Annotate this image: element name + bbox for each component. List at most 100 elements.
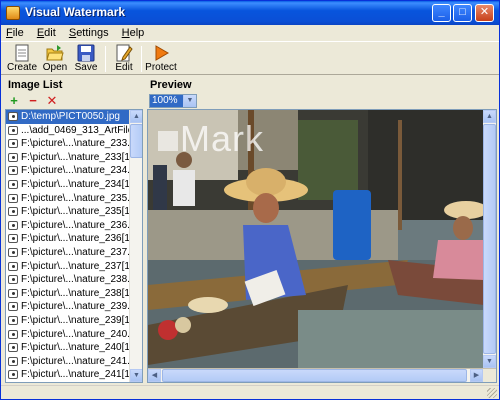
preview-scroll-up-arrow[interactable]: ▲ [483, 110, 496, 123]
resize-grip-icon[interactable] [487, 388, 497, 398]
toolbar-separator [105, 46, 106, 72]
eye-icon[interactable] [8, 179, 18, 189]
floppy-disk-icon [77, 44, 95, 62]
eye-icon[interactable] [8, 234, 18, 244]
save-button[interactable]: Save [69, 43, 103, 75]
eye-icon[interactable] [8, 356, 18, 366]
maximize-button[interactable]: □ [453, 4, 472, 22]
list-item[interactable]: F:\pictur\...\nature_239[1].jpg [6, 314, 130, 328]
zoom-dropdown[interactable]: 100% ▼ [149, 94, 197, 108]
protect-button[interactable]: Protect [142, 43, 180, 75]
menu-file[interactable]: File [1, 25, 29, 41]
image-list-panel: Image List + − ✕ D:\temp\PICT0050.jpg...… [5, 77, 143, 383]
preview-scroll-right-arrow[interactable]: ▶ [470, 369, 483, 382]
edit-document-icon [115, 44, 133, 62]
preview-scroll-left-arrow[interactable]: ◀ [148, 369, 161, 382]
preview-panel: Preview 100% ▼ Mark ▲ ▼ ◀ ▶ [147, 77, 497, 383]
list-item[interactable]: F:\picture\...\nature_236.jpg [6, 219, 130, 233]
eye-icon[interactable] [8, 152, 18, 162]
chevron-down-icon[interactable]: ▼ [183, 95, 196, 107]
add-icon[interactable]: + [8, 94, 20, 107]
list-item[interactable]: F:\picture\...\nature_235.jpg [6, 192, 130, 206]
eye-icon[interactable] [8, 261, 18, 271]
list-item[interactable]: F:\picture\...\nature_240.jpg [6, 328, 130, 342]
eye-icon[interactable] [8, 207, 18, 217]
app-icon [6, 6, 20, 20]
list-item[interactable]: F:\picture\...\nature_233.jpg [6, 137, 130, 151]
list-item[interactable]: F:\picture\...\nature_239.jpg [6, 300, 130, 314]
folder-open-icon [46, 44, 64, 62]
eye-icon[interactable] [8, 315, 18, 325]
eye-icon[interactable] [8, 139, 18, 149]
list-item-label: F:\pictur\...\nature_235[1].jpg [21, 206, 130, 218]
eye-icon[interactable] [8, 343, 18, 353]
image-list-scrollbar[interactable]: ▲ ▼ [129, 110, 142, 382]
list-item[interactable]: F:\pictur\...\nature_235[1].jpg [6, 205, 130, 219]
list-item[interactable]: D:\temp\PICT0050.jpg [6, 110, 130, 124]
list-item[interactable]: F:\pictur\...\nature_236[1].jpg [6, 232, 130, 246]
menu-bar: File Edit Settings Help [1, 25, 499, 41]
list-item-label: F:\pictur\...\nature_236[1].jpg [21, 233, 130, 245]
eye-icon[interactable] [8, 112, 18, 121]
list-item-label: F:\picture\...\nature_235.jpg [21, 192, 130, 204]
status-bar [1, 385, 499, 399]
list-item-label: ...\add_0469_313_ArtFile_ru[ [21, 124, 130, 136]
list-item-label: F:\picture\...\nature_241.jpg [21, 355, 130, 367]
remove-icon[interactable]: − [27, 94, 39, 107]
list-item[interactable]: F:\picture\...\nature_237.jpg [6, 246, 130, 260]
preview-scroll-thumb-h[interactable] [162, 369, 467, 382]
title-bar[interactable]: Visual Watermark _ □ ✕ [1, 1, 499, 25]
eye-icon[interactable] [8, 247, 18, 257]
list-item[interactable]: F:\pictur\...\nature_241[1].jpg [6, 368, 130, 382]
preview-image-area[interactable]: Mark ▲ ▼ ◀ ▶ [147, 109, 497, 383]
list-item[interactable]: F:\pictur\...\nature_238[1].jpg [6, 287, 130, 301]
zoom-row: 100% ▼ [147, 93, 497, 109]
eye-icon[interactable] [8, 370, 18, 380]
minimize-button[interactable]: _ [432, 4, 451, 22]
list-item[interactable]: F:\pictur\...\nature_233[1].jpg [6, 151, 130, 165]
list-item[interactable]: F:\picture\...\nature_234.jpg [6, 164, 130, 178]
scroll-down-arrow[interactable]: ▼ [130, 369, 142, 382]
list-item[interactable]: F:\pictur\...\nature_237[1].jpg [6, 260, 130, 274]
eye-icon[interactable] [8, 302, 18, 312]
eye-icon[interactable] [8, 329, 18, 339]
list-item-label: F:\pictur\...\nature_238[1].jpg [21, 287, 130, 299]
watermark-overlay: Mark [158, 118, 264, 160]
list-item[interactable]: F:\picture\...\nature_238.jpg [6, 273, 130, 287]
eye-icon[interactable] [8, 288, 18, 298]
preview-scroll-down-arrow[interactable]: ▼ [483, 355, 496, 368]
menu-help[interactable]: Help [117, 25, 150, 41]
new-document-icon [13, 44, 31, 62]
image-list-tools: + − ✕ [5, 93, 143, 109]
list-item-label: D:\temp\PICT0050.jpg [21, 111, 120, 122]
scroll-thumb[interactable] [130, 124, 142, 158]
list-item[interactable]: ...\add_0469_313_ArtFile_ru[ [6, 124, 130, 138]
edit-button[interactable]: Edit [107, 43, 141, 75]
preview-vertical-scrollbar[interactable]: ▲ ▼ [483, 110, 496, 368]
watermark-logo [158, 131, 178, 152]
list-item-label: F:\pictur\...\nature_233[1].jpg [21, 151, 130, 163]
eye-icon[interactable] [8, 275, 18, 285]
list-item[interactable]: F:\pictur\...\nature_234[1].jpg [6, 178, 130, 192]
eye-icon[interactable] [8, 193, 18, 203]
preview-horizontal-scrollbar[interactable]: ◀ ▶ [148, 369, 483, 382]
menu-edit[interactable]: Edit [32, 25, 61, 41]
list-item-label: F:\pictur\...\nature_234[1].jpg [21, 178, 130, 190]
open-button[interactable]: Open [38, 43, 72, 75]
create-button[interactable]: Create [5, 43, 39, 75]
preview-scroll-thumb-v[interactable] [483, 124, 496, 354]
list-item[interactable]: F:\pictur\...\nature_240[1].jpg [6, 341, 130, 355]
menu-settings[interactable]: Settings [64, 25, 114, 41]
clear-icon[interactable]: ✕ [46, 94, 58, 107]
image-list[interactable]: D:\temp\PICT0050.jpg ...\add_0469_313_Art… [5, 109, 143, 383]
list-item-label: F:\picture\...\nature_234.jpg [21, 165, 130, 177]
preview-header: Preview [150, 79, 192, 91]
app-window: Visual Watermark _ □ ✕ File Edit Setting… [0, 0, 500, 400]
scroll-up-arrow[interactable]: ▲ [130, 110, 142, 123]
list-item-label: F:\pictur\...\nature_237[1].jpg [21, 260, 130, 272]
eye-icon[interactable] [8, 220, 18, 230]
list-item[interactable]: F:\picture\...\nature_241.jpg [6, 355, 130, 369]
eye-icon[interactable] [8, 166, 18, 176]
eye-icon[interactable] [8, 125, 18, 135]
close-button[interactable]: ✕ [475, 4, 494, 22]
